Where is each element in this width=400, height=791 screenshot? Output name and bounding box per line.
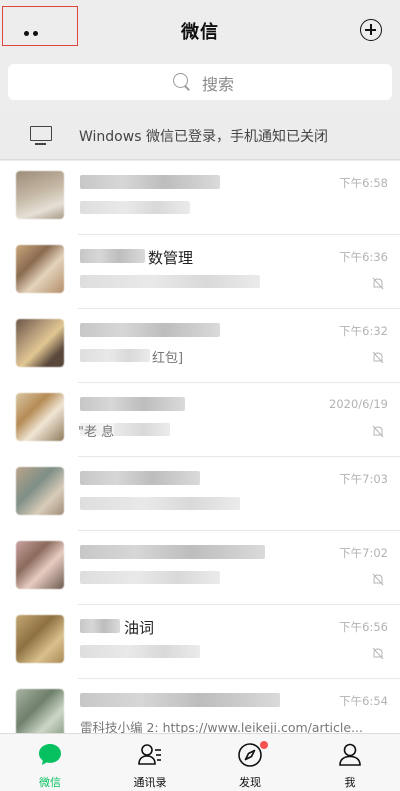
blurred-name — [80, 619, 120, 633]
muted-bell-icon — [372, 647, 384, 660]
page-title: 微信 — [181, 22, 219, 43]
tab-discover[interactable]: 发现 — [200, 734, 300, 791]
chat-message-fragment: "老 息 — [78, 421, 115, 440]
muted-bell-icon — [372, 277, 384, 290]
avatar — [16, 171, 64, 219]
blurred-name — [80, 397, 185, 411]
chat-list: 下午6:58 数管理 下午6:36 红包] 下午6:32 "老 息 2020/6… — [0, 161, 400, 753]
blurred-name — [80, 545, 265, 559]
chat-row[interactable]: 红包] 下午6:32 — [0, 309, 400, 383]
blurred-name — [80, 175, 220, 189]
login-status-text: Windows 微信已登录，手机通知已关闭 — [79, 129, 328, 145]
blurred-message — [80, 349, 150, 362]
avatar — [16, 319, 64, 367]
avatar — [16, 393, 64, 441]
desktop-login-banner[interactable]: Windows 微信已登录，手机通知已关闭 — [0, 110, 400, 160]
chat-name-fragment: 数管理 — [148, 247, 194, 268]
chat-time: 下午6:36 — [339, 250, 388, 264]
chat-row[interactable]: 下午7:02 — [0, 531, 400, 605]
chat-name-fragment: 油词 — [124, 617, 155, 638]
notification-dot — [260, 741, 268, 749]
chat-time: 2020/6/19 — [329, 397, 388, 411]
chat-row[interactable]: 下午6:58 — [0, 161, 400, 235]
chat-time: 下午6:58 — [339, 176, 388, 190]
tab-me[interactable]: 我 — [300, 734, 400, 791]
tab-contacts[interactable]: 通讯录 — [100, 734, 200, 791]
blurred-name — [80, 471, 200, 485]
chat-time: 下午6:54 — [339, 694, 388, 708]
search-placeholder: 搜索 — [202, 75, 235, 94]
chat-bubble-icon — [39, 744, 61, 765]
search-icon — [173, 73, 188, 88]
search-bar[interactable]: 搜索 — [8, 64, 392, 100]
muted-bell-icon — [372, 425, 384, 438]
chat-row[interactable]: 数管理 下午6:36 — [0, 235, 400, 309]
chat-row[interactable]: 下午7:03 — [0, 457, 400, 531]
tab-label: 微信 — [39, 776, 61, 789]
muted-bell-icon — [372, 351, 384, 364]
tab-label: 我 — [344, 776, 356, 789]
muted-bell-icon — [372, 573, 384, 586]
contacts-icon — [138, 744, 161, 765]
avatar — [16, 467, 64, 515]
blurred-name — [80, 693, 280, 707]
chat-time: 下午7:03 — [339, 472, 388, 486]
header: 微信 — [0, 0, 400, 58]
add-circle-icon[interactable] — [360, 19, 382, 41]
tab-label: 发现 — [239, 776, 261, 789]
chat-row[interactable]: 油词 下午6:56 — [0, 605, 400, 679]
avatar — [16, 689, 64, 737]
chat-time: 下午7:02 — [339, 546, 388, 560]
chat-row[interactable]: "老 息 2020/6/19 — [0, 383, 400, 457]
tab-chats[interactable]: 微信 — [0, 734, 100, 791]
blurred-message — [80, 275, 260, 288]
avatar — [16, 541, 64, 589]
blurred-name — [80, 249, 145, 263]
chat-time: 下午6:56 — [339, 620, 388, 634]
chat-time: 下午6:32 — [339, 324, 388, 338]
blurred-message — [80, 571, 220, 584]
monitor-icon — [30, 126, 52, 145]
compass-icon — [238, 743, 262, 767]
blurred-message — [80, 645, 200, 658]
blurred-message — [80, 201, 190, 214]
tab-label: 通讯录 — [133, 776, 167, 789]
bottom-tab-bar: 微信 通讯录 发现 我 — [0, 733, 400, 791]
blurred-name — [80, 323, 220, 337]
person-icon — [339, 743, 361, 766]
blurred-message — [80, 497, 240, 510]
avatar — [16, 615, 64, 663]
avatar — [16, 245, 64, 293]
chat-message-fragment: 红包] — [152, 347, 184, 366]
